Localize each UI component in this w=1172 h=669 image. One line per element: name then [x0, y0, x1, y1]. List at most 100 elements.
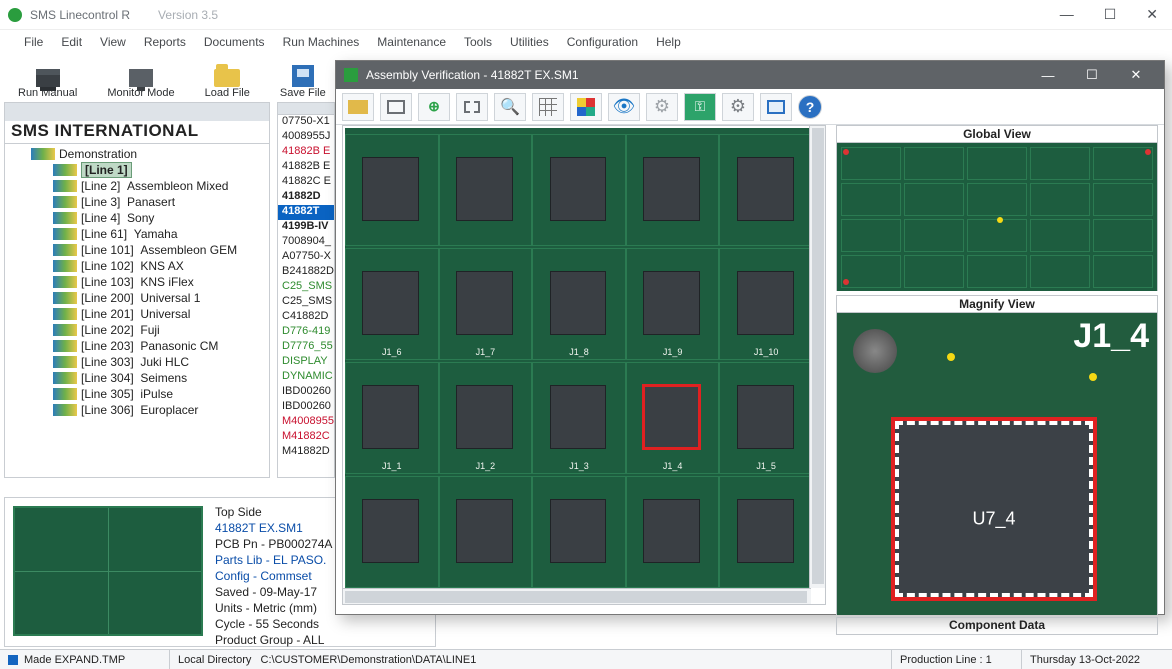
file-item[interactable]: M41882C: [278, 430, 334, 445]
file-item[interactable]: M41882D: [278, 445, 334, 460]
pcb-panel[interactable]: J1_8: [532, 248, 626, 360]
gear-icon[interactable]: ⚙: [722, 93, 754, 121]
magnify-view[interactable]: Magnify View J1_4 U7_4 U6_4: [836, 295, 1158, 615]
line-item[interactable]: [Line 303] Juki HLC: [53, 354, 265, 370]
window-icon[interactable]: [760, 93, 792, 121]
file-item[interactable]: 41882B E: [278, 145, 334, 160]
pcb-scrollbar-h[interactable]: [343, 588, 811, 604]
line-item[interactable]: [Line 202] Fuji: [53, 322, 265, 338]
key-icon[interactable]: ⚿: [684, 93, 716, 121]
pcb-panel[interactable]: [439, 134, 533, 246]
select-icon[interactable]: [456, 93, 488, 121]
line-item[interactable]: [Line 200] Universal 1: [53, 290, 265, 306]
line-item[interactable]: [Line 2] Assembleon Mixed: [53, 178, 265, 194]
menu-maintenance[interactable]: Maintenance: [377, 35, 446, 49]
file-item[interactable]: C25_SMS: [278, 295, 334, 310]
pcb-main-view[interactable]: J1_6J1_7J1_8J1_9J1_10 J1_1J1_2J1_3J1_4J1_…: [342, 125, 826, 605]
info-parts-link[interactable]: Parts Lib - EL PASO.: [215, 552, 332, 568]
pcb-panel[interactable]: J1_4: [626, 362, 720, 474]
file-item[interactable]: 41882B E: [278, 160, 334, 175]
pcb-panel[interactable]: [345, 476, 439, 588]
file-item[interactable]: C25_SMS: [278, 280, 334, 295]
pcb-panel[interactable]: J1_1: [345, 362, 439, 474]
line-item[interactable]: [Line 4] Sony: [53, 210, 265, 226]
highlighted-component[interactable]: U7_4: [895, 421, 1093, 597]
pcb-panel[interactable]: J1_3: [532, 362, 626, 474]
pcb-panel[interactable]: [532, 134, 626, 246]
file-item[interactable]: M4008955: [278, 415, 334, 430]
file-item[interactable]: A07750-X: [278, 250, 334, 265]
file-item[interactable]: 41882T: [278, 205, 334, 220]
file-item[interactable]: IBD00260: [278, 400, 334, 415]
info-file-link[interactable]: 41882T EX.SM1: [215, 520, 332, 536]
menu-help[interactable]: Help: [656, 35, 681, 49]
line-item[interactable]: [Line 304] Seimens: [53, 370, 265, 386]
save-file-button[interactable]: Save File: [280, 59, 326, 99]
menu-configuration[interactable]: Configuration: [567, 35, 638, 49]
pcb-scrollbar-v[interactable]: [809, 126, 825, 588]
file-item[interactable]: 41882C E: [278, 175, 334, 190]
pcb-panel[interactable]: [626, 134, 720, 246]
file-item[interactable]: D7776_55: [278, 340, 334, 355]
line-item[interactable]: [Line 3] Panasert: [53, 194, 265, 210]
settings-icon[interactable]: ⚙: [646, 93, 678, 121]
global-view[interactable]: Global View: [836, 125, 1158, 291]
zoom-icon[interactable]: 🔍: [494, 93, 526, 121]
close-button[interactable]: ✕: [1140, 4, 1164, 25]
sub-minimize-button[interactable]: —: [1028, 64, 1068, 86]
line-item[interactable]: [Line 201] Universal: [53, 306, 265, 322]
load-file-button[interactable]: Load File: [205, 59, 250, 99]
file-item[interactable]: C41882D: [278, 310, 334, 325]
file-list[interactable]: 07750-X14008955J41882B E41882B E41882C E…: [277, 102, 335, 478]
run-manual-button[interactable]: Run Manual: [18, 59, 77, 99]
sub-close-button[interactable]: ✕: [1116, 64, 1156, 86]
file-item[interactable]: 7008904_: [278, 235, 334, 250]
pcb-panel[interactable]: J1_7: [439, 248, 533, 360]
monitor-mode-button[interactable]: Monitor Mode: [107, 59, 174, 99]
menu-run-machines[interactable]: Run Machines: [283, 35, 360, 49]
subwindow-titlebar[interactable]: Assembly Verification - 41882T EX.SM1 — …: [336, 61, 1164, 89]
file-item[interactable]: 4199B-IV: [278, 220, 334, 235]
line-item[interactable]: [Line 102] KNS AX: [53, 258, 265, 274]
pcb-panel[interactable]: [719, 476, 813, 588]
menu-edit[interactable]: Edit: [61, 35, 82, 49]
file-item[interactable]: 07750-X1: [278, 115, 334, 130]
help-icon[interactable]: ?: [798, 95, 822, 119]
pcb-panel[interactable]: [345, 134, 439, 246]
file-item[interactable]: D776-419: [278, 325, 334, 340]
info-config-link[interactable]: Config - Commset: [215, 568, 332, 584]
pcb-panel[interactable]: [532, 476, 626, 588]
eye-icon[interactable]: 👁: [608, 93, 640, 121]
target-icon[interactable]: ⊕: [418, 93, 450, 121]
minimize-button[interactable]: —: [1054, 4, 1080, 25]
grid-icon[interactable]: [532, 93, 564, 121]
menu-reports[interactable]: Reports: [144, 35, 186, 49]
sub-maximize-button[interactable]: ☐: [1072, 64, 1112, 86]
file-item[interactable]: IBD00260: [278, 385, 334, 400]
menu-file[interactable]: File: [24, 35, 43, 49]
colors-icon[interactable]: [570, 93, 602, 121]
menu-tools[interactable]: Tools: [464, 35, 492, 49]
pcb-panel[interactable]: J1_9: [626, 248, 720, 360]
line-item[interactable]: [Line 1]: [53, 162, 265, 178]
pcb-panel[interactable]: J1_6: [345, 248, 439, 360]
line-item[interactable]: [Line 101] Assembleon GEM: [53, 242, 265, 258]
pcb-panel[interactable]: J1_5: [719, 362, 813, 474]
line-item[interactable]: [Line 103] KNS iFlex: [53, 274, 265, 290]
line-item[interactable]: [Line 203] Panasonic CM: [53, 338, 265, 354]
line-item[interactable]: [Line 305] iPulse: [53, 386, 265, 402]
menu-documents[interactable]: Documents: [204, 35, 265, 49]
file-item[interactable]: 4008955J: [278, 130, 334, 145]
file-item[interactable]: DISPLAY: [278, 355, 334, 370]
pcb-panel[interactable]: J1_2: [439, 362, 533, 474]
pcb-panel[interactable]: J1_10: [719, 248, 813, 360]
pcb-panel[interactable]: [626, 476, 720, 588]
line-item[interactable]: [Line 61] Yamaha: [53, 226, 265, 242]
tree-root[interactable]: Demonstration: [59, 147, 137, 161]
view-icon[interactable]: [380, 93, 412, 121]
menu-utilities[interactable]: Utilities: [510, 35, 549, 49]
pcb-panel[interactable]: [719, 134, 813, 246]
menu-view[interactable]: View: [100, 35, 126, 49]
pcb-panel[interactable]: [439, 476, 533, 588]
line-item[interactable]: [Line 306] Europlacer: [53, 402, 265, 418]
